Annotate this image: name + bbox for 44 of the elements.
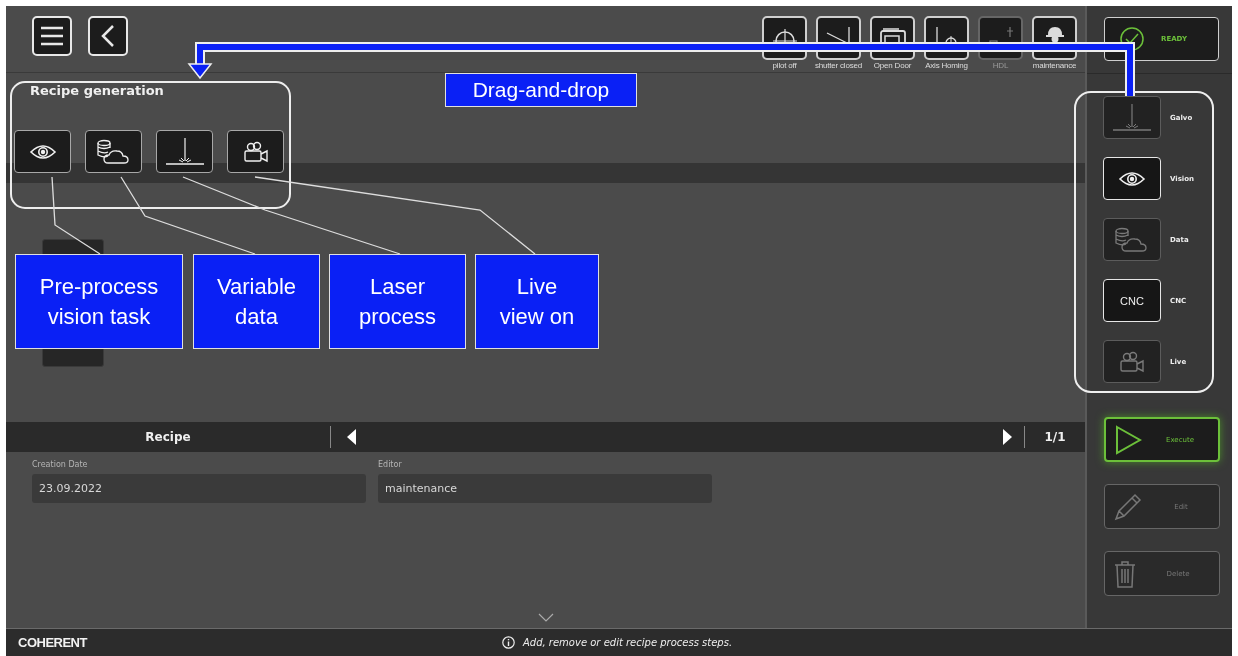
page-counter: 1/1 bbox=[1043, 430, 1067, 444]
info-icon bbox=[501, 636, 515, 649]
status-label: pilot off bbox=[772, 61, 797, 70]
pencil-icon bbox=[1113, 491, 1143, 522]
database-cloud-icon bbox=[1114, 226, 1150, 253]
input-field[interactable]: 23.09.2022 bbox=[32, 474, 366, 503]
status-label: Open Door bbox=[873, 61, 912, 70]
callout-label: Variable data bbox=[193, 254, 320, 349]
eye-icon bbox=[29, 143, 56, 160]
back-icon bbox=[101, 24, 115, 48]
previous-button[interactable] bbox=[347, 429, 357, 445]
field-label: Creation Date bbox=[32, 460, 89, 471]
process-step[interactable] bbox=[14, 130, 71, 173]
status-label: HDL bbox=[992, 61, 1009, 70]
chevron-down-icon[interactable] bbox=[537, 613, 554, 622]
process-step[interactable] bbox=[156, 130, 213, 173]
callout-label: Live view on bbox=[475, 254, 599, 349]
process-step[interactable] bbox=[85, 130, 142, 173]
database-cloud-icon bbox=[95, 138, 132, 165]
callout-label: Pre-process vision task bbox=[15, 254, 183, 349]
trash-icon bbox=[1113, 558, 1137, 589]
process-step[interactable] bbox=[227, 130, 284, 173]
hint-text: Add, remove or edit recipe process steps. bbox=[522, 637, 733, 648]
menu-button[interactable] bbox=[32, 16, 72, 56]
status-label: shutter closed bbox=[815, 61, 862, 70]
menu-icon bbox=[40, 26, 64, 46]
callout-label: Drag-and-drop bbox=[445, 73, 637, 107]
callout-label: Laser process bbox=[329, 254, 466, 349]
brand-logo: COHERENT bbox=[18, 635, 87, 650]
play-icon bbox=[1114, 424, 1142, 455]
check-circle-icon bbox=[1119, 26, 1145, 52]
field-label: Editor bbox=[378, 460, 403, 471]
recipe-title: Recipe bbox=[144, 430, 192, 444]
status-label: Axis Homing bbox=[925, 61, 968, 70]
input-field[interactable]: maintenance bbox=[378, 474, 712, 503]
video-camera-icon bbox=[1119, 350, 1145, 373]
next-button[interactable] bbox=[1002, 429, 1012, 445]
laser-beam-icon bbox=[1110, 102, 1154, 133]
back-button[interactable] bbox=[88, 16, 128, 56]
status-label: maintenance bbox=[1032, 61, 1077, 70]
tool-button[interactable]: CNC bbox=[1103, 279, 1161, 322]
video-camera-icon bbox=[242, 140, 269, 163]
eye-icon bbox=[1119, 170, 1145, 187]
group-title: Recipe generation bbox=[30, 83, 164, 100]
